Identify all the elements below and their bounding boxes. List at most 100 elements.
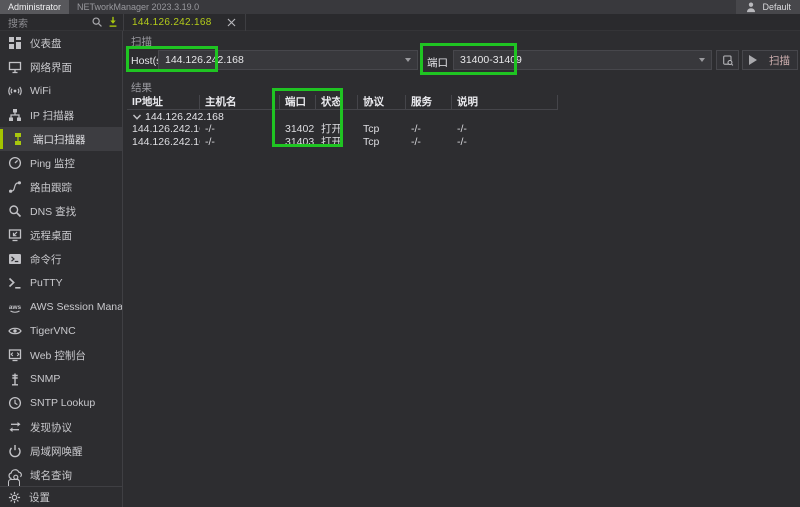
sidebar-item-dashboard[interactable]: 仪表盘 bbox=[0, 31, 122, 55]
cell-status: 打开 bbox=[316, 123, 358, 136]
cell-description: -/- bbox=[452, 136, 558, 149]
eye-icon bbox=[8, 324, 22, 338]
sidebar-item-label: Web 控制台 bbox=[30, 348, 86, 363]
sidebar-item-label: 端口扫描器 bbox=[33, 132, 86, 147]
discovery-icon bbox=[8, 420, 22, 434]
sidebar-item-snmp[interactable]: SNMP bbox=[0, 367, 122, 391]
sidebar-item-traceroute[interactable]: 路由跟踪 bbox=[0, 175, 122, 199]
column-header-status[interactable]: 状态 bbox=[316, 95, 358, 109]
results-section-title: 结果 bbox=[131, 80, 152, 95]
admin-badge: Administrator bbox=[0, 0, 69, 14]
sidebar-item-ip-scanner[interactable]: IP 扫描器 bbox=[0, 103, 122, 127]
sidebar-item-label: 域名查询 bbox=[30, 468, 72, 483]
profile-selector[interactable]: Default bbox=[736, 0, 800, 14]
sidebar-item-wake-on-lan[interactable]: 局域网唤醒 bbox=[0, 439, 122, 463]
cell-description: -/- bbox=[452, 123, 558, 136]
column-header-hostname[interactable]: 主机名 bbox=[200, 95, 280, 109]
page-search-icon bbox=[722, 54, 734, 66]
sidebar-item-label: 路由跟踪 bbox=[30, 180, 72, 195]
sidebar-item-label: 远程桌面 bbox=[30, 228, 72, 243]
cell-service: -/- bbox=[406, 123, 452, 136]
ip-scanner-icon bbox=[8, 108, 22, 122]
sidebar-item-dns-lookup[interactable]: DNS 查找 bbox=[0, 199, 122, 223]
terminal-icon bbox=[8, 276, 22, 290]
table-header-row: IP地址 主机名 端口 状态 协议 服务 说明 bbox=[127, 95, 558, 110]
sidebar-item-label: SNMP bbox=[30, 373, 60, 385]
snmp-icon bbox=[8, 372, 22, 386]
remote-desktop-icon bbox=[8, 228, 22, 242]
tab-label: 144.126.242.168 bbox=[132, 17, 212, 28]
host-value: 144.126.242.168 bbox=[165, 54, 399, 66]
cell-status: 打开 bbox=[316, 136, 358, 149]
table-row[interactable]: 144.126.242.168 -/- 31402 打开 Tcp -/- -/- bbox=[127, 123, 558, 136]
group-row-label: 144.126.242.168 bbox=[145, 111, 224, 123]
sidebar-item-label: 局域网唤醒 bbox=[30, 444, 83, 459]
sidebar-item-sntp-lookup[interactable]: SNTP Lookup bbox=[0, 391, 122, 415]
tab-host[interactable]: 144.126.242.168 bbox=[124, 14, 245, 30]
sidebar-item-label: SNTP Lookup bbox=[30, 397, 95, 409]
app-window: Administrator NETworkManager 2023.3.19.0… bbox=[0, 0, 800, 507]
sidebar-item-putty[interactable]: PuTTY bbox=[0, 271, 122, 295]
sidebar-item-label: TigerVNC bbox=[30, 325, 76, 337]
cell-service: -/- bbox=[406, 136, 452, 149]
host-combobox[interactable]: 144.126.242.168 bbox=[158, 50, 418, 70]
cell-port: 31402 bbox=[280, 123, 316, 136]
sidebar-item-label: Ping 监控 bbox=[30, 156, 75, 171]
tab-bar: 搜索 144.126.242.168 bbox=[0, 14, 800, 31]
column-header-description[interactable]: 说明 bbox=[452, 95, 558, 109]
search-icon[interactable] bbox=[91, 16, 103, 28]
scan-button[interactable]: 扫描 bbox=[742, 50, 798, 70]
title-bar: Administrator NETworkManager 2023.3.19.0… bbox=[0, 0, 800, 14]
svg-text:aws: aws bbox=[9, 304, 22, 311]
column-header-port[interactable]: 端口 bbox=[280, 95, 316, 109]
group-row[interactable]: 144.126.242.168 bbox=[127, 110, 558, 123]
chevron-down-icon bbox=[405, 58, 411, 62]
sidebar-item-powershell[interactable]: 命令行 bbox=[0, 247, 122, 271]
network-interface-icon bbox=[8, 60, 22, 74]
close-icon[interactable] bbox=[226, 17, 237, 28]
search-placeholder: 搜索 bbox=[8, 15, 91, 30]
gear-icon bbox=[8, 491, 21, 504]
play-icon bbox=[749, 55, 757, 65]
sidebar-item-label: PuTTY bbox=[30, 277, 63, 289]
dock-arrow-icon[interactable] bbox=[107, 16, 119, 28]
cell-protocol: Tcp bbox=[358, 123, 406, 136]
sidebar-item-label: IP 扫描器 bbox=[30, 108, 74, 123]
aws-icon: aws bbox=[8, 300, 22, 314]
ping-monitor-icon bbox=[8, 156, 22, 170]
sidebar-item-port-scanner[interactable]: 端口扫描器 bbox=[0, 127, 122, 151]
dashboard-icon bbox=[8, 36, 22, 50]
sidebar-item-network-interface[interactable]: 网络界面 bbox=[0, 55, 122, 79]
sidebar-item-aws-session-manager[interactable]: awsAWS Session Manager bbox=[0, 295, 122, 319]
clock-icon bbox=[8, 396, 22, 410]
sidebar-item-ping-monitor[interactable]: Ping 监控 bbox=[0, 151, 122, 175]
column-header-protocol[interactable]: 协议 bbox=[358, 95, 406, 109]
power-icon bbox=[8, 444, 22, 458]
cell-hostname: -/- bbox=[200, 123, 280, 136]
port-label: 端口 bbox=[427, 55, 448, 70]
profile-search-button[interactable] bbox=[716, 50, 739, 70]
sidebar-item-wifi[interactable]: WiFi bbox=[0, 79, 122, 103]
results-table: IP地址 主机名 端口 状态 协议 服务 说明 144.126.242.168 … bbox=[127, 95, 558, 149]
port-combobox[interactable]: 31400-31409 bbox=[453, 50, 712, 70]
column-header-service[interactable]: 服务 bbox=[406, 95, 452, 109]
sidebar-item-clipped-icon[interactable] bbox=[8, 479, 20, 486]
sidebar-item-tigervnc[interactable]: TigerVNC bbox=[0, 319, 122, 343]
sidebar-item-label: 网络界面 bbox=[30, 60, 72, 75]
column-header-ip[interactable]: IP地址 bbox=[127, 95, 200, 109]
sidebar-item-discovery-protocol[interactable]: 发现协议 bbox=[0, 415, 122, 439]
wifi-icon bbox=[8, 84, 22, 98]
sidebar-item-label: 命令行 bbox=[30, 252, 62, 267]
sidebar-item-web-console[interactable]: Web 控制台 bbox=[0, 343, 122, 367]
sidebar-item-remote-desktop[interactable]: 远程桌面 bbox=[0, 223, 122, 247]
sidebar-item-label: 设置 bbox=[29, 490, 50, 505]
sidebar-search[interactable]: 搜索 bbox=[0, 14, 123, 30]
sidebar-item-label: 发现协议 bbox=[30, 420, 72, 435]
web-console-icon bbox=[8, 348, 22, 362]
scan-button-label: 扫描 bbox=[769, 53, 790, 68]
person-icon bbox=[745, 1, 757, 13]
chevron-down-icon[interactable] bbox=[132, 112, 142, 122]
sidebar-item-settings[interactable]: 设置 bbox=[0, 486, 122, 507]
traceroute-icon bbox=[8, 180, 22, 194]
table-row[interactable]: 144.126.242.168 -/- 31403 打开 Tcp -/- -/- bbox=[127, 136, 558, 149]
